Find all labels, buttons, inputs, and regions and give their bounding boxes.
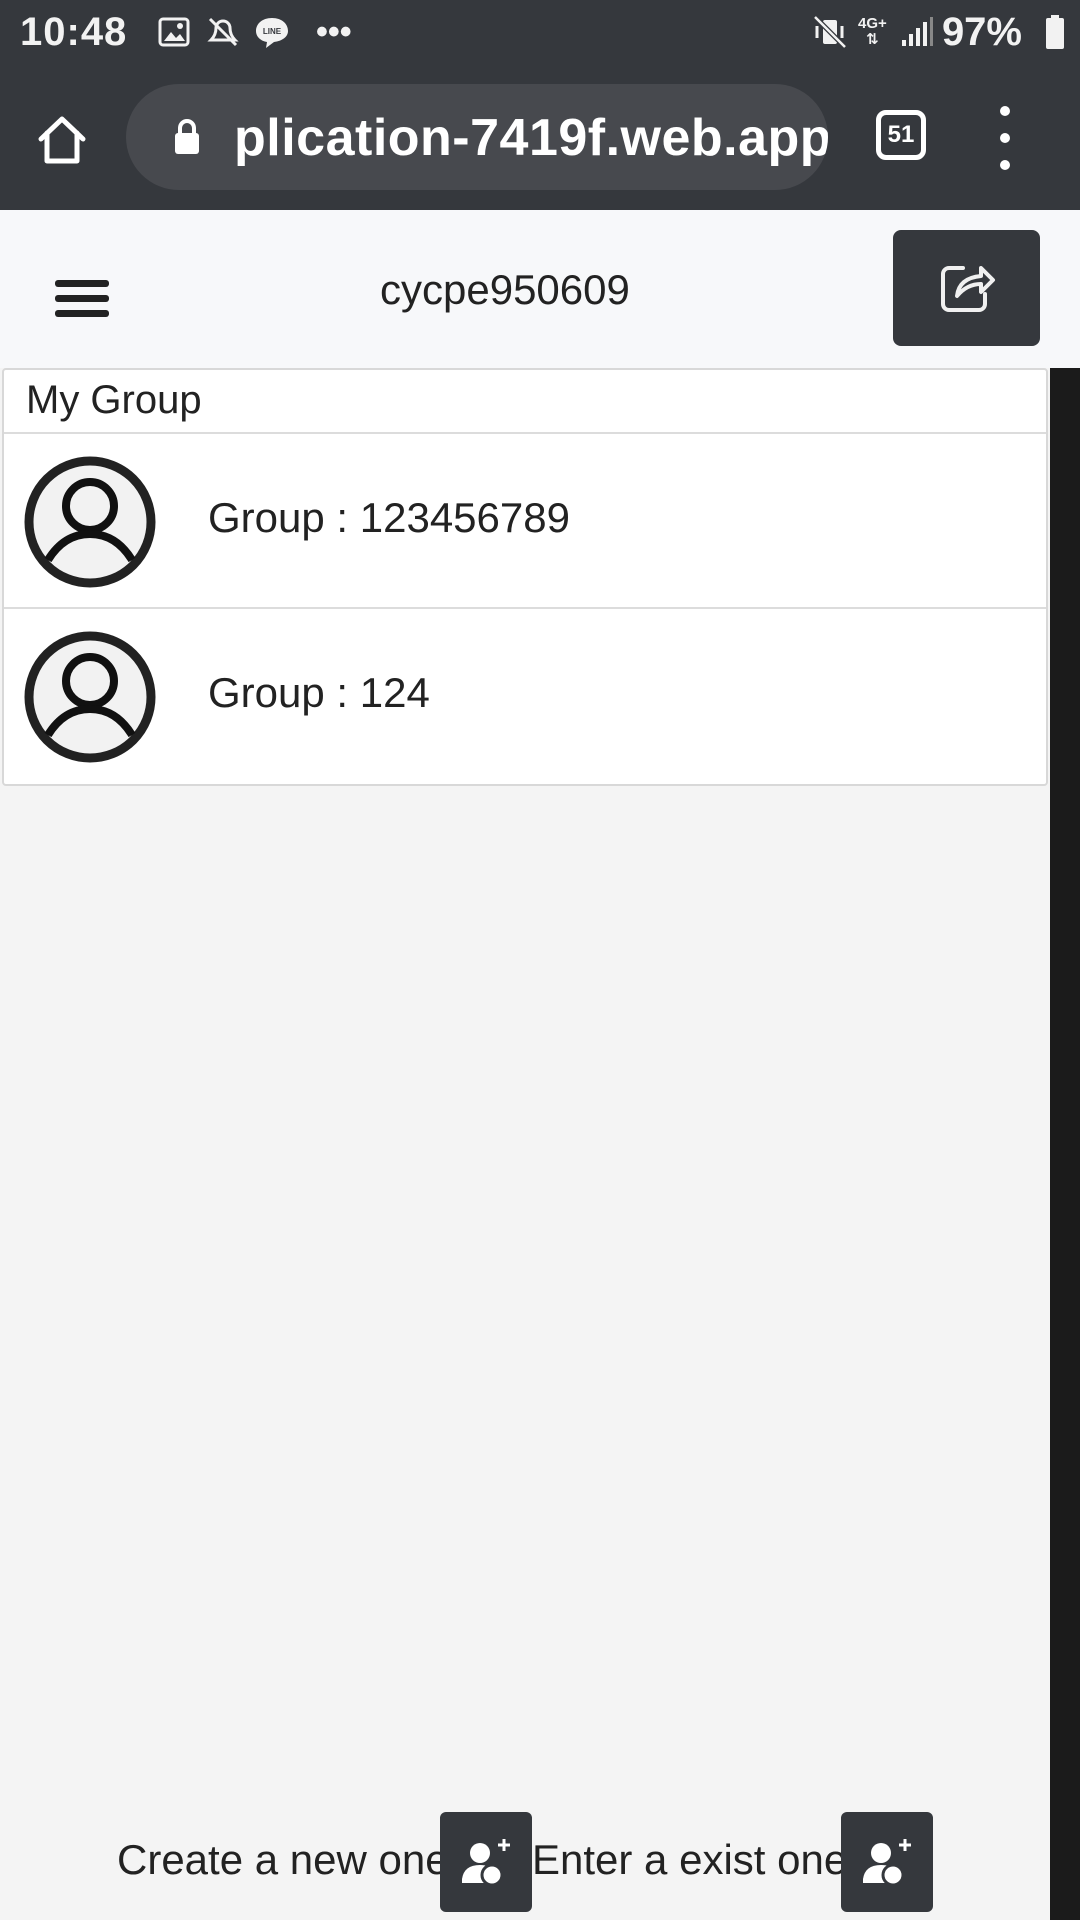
- browser-toolbar: plication-7419f.web.app 51: [0, 66, 1080, 210]
- share-icon: [940, 266, 995, 312]
- address-bar[interactable]: plication-7419f.web.app: [126, 84, 828, 190]
- avatar-icon: [24, 456, 156, 588]
- more-vert-icon: [1000, 106, 1010, 116]
- url-text: plication-7419f.web.app: [234, 109, 828, 167]
- line-app-icon: LINE: [254, 14, 290, 50]
- clock: 10:48: [20, 10, 128, 54]
- group-list: My Group Group : 123456789 Group : 124: [2, 368, 1048, 786]
- scroll-edge: [1050, 368, 1080, 1920]
- battery-level: 97%: [941, 10, 1022, 54]
- join-group-label: Enter a exist one: [532, 1836, 848, 1883]
- home-button[interactable]: [30, 108, 94, 172]
- avatar-icon: [24, 631, 156, 763]
- group-list-title: My Group: [4, 370, 1046, 434]
- page-title: cycpe950609: [380, 266, 630, 313]
- status-bar: 10:48 LINE ••• 4G+ ⇅ 97%: [0, 0, 1080, 66]
- battery-icon: [1044, 14, 1066, 50]
- more-notifications-icon: •••: [316, 12, 352, 51]
- signal-icon: [900, 14, 934, 50]
- mute-vibrate-icon: [812, 14, 848, 50]
- lock-icon: [175, 119, 199, 154]
- hamburger-menu-button[interactable]: [44, 264, 120, 332]
- home-icon: [38, 116, 86, 164]
- 4g-icon: 4G+ ⇅: [858, 15, 887, 48]
- menu-icon: [55, 279, 109, 287]
- join-group-button[interactable]: [841, 1812, 933, 1912]
- create-group-button[interactable]: [440, 1812, 532, 1912]
- tab-switcher-button[interactable]: 51: [876, 110, 926, 160]
- browser-menu-button[interactable]: [990, 106, 1020, 170]
- notification-off-icon: [206, 14, 240, 50]
- bottom-actions: Create a new one Enter a exist one: [0, 1812, 1080, 1920]
- add-user-icon: [863, 1839, 911, 1887]
- create-group-label: Create a new one: [117, 1836, 449, 1883]
- add-user-icon: [462, 1839, 510, 1887]
- group-list-item[interactable]: Group : 123456789: [4, 434, 1046, 609]
- group-list-item[interactable]: Group : 124: [4, 609, 1046, 784]
- image-icon: [158, 14, 190, 50]
- share-button[interactable]: [893, 230, 1040, 346]
- group-name: Group : 124: [208, 669, 430, 716]
- group-name: Group : 123456789: [208, 494, 570, 541]
- svg-text:LINE: LINE: [263, 27, 282, 36]
- app-header: cycpe950609: [0, 210, 1080, 368]
